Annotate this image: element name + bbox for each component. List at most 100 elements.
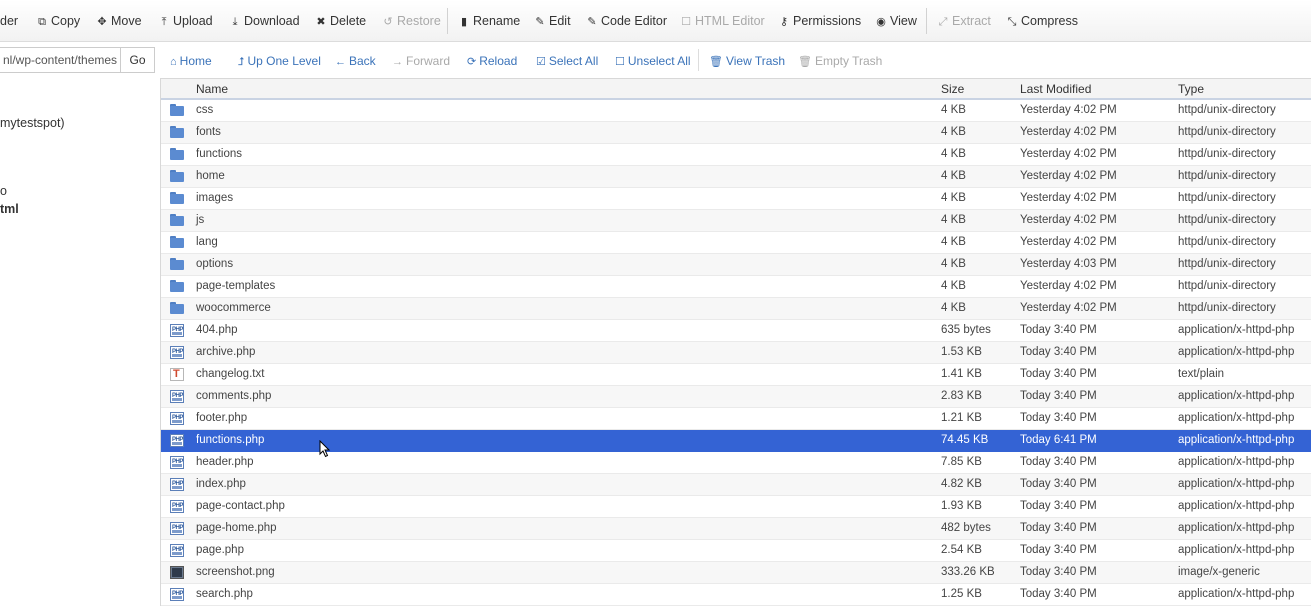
file-name: options <box>196 258 234 270</box>
view-button[interactable]: ◉ View <box>875 13 917 29</box>
file-modified: Yesterday 4:02 PM <box>1020 192 1117 204</box>
file-size: 4 KB <box>941 280 966 292</box>
folder-icon <box>170 214 184 227</box>
move-button[interactable]: ✥ Move <box>96 13 141 29</box>
table-row[interactable]: PHP footer.php 1.21 KB Today 3:40 PM applica… <box>161 408 1311 430</box>
copy-button[interactable]: ⧉ Copy <box>36 13 80 29</box>
html-editor-button[interactable]: ☐ HTML Editor <box>680 13 765 29</box>
table-row[interactable]: functions 4 KB Yesterday 4:02 PM httpd/unix… <box>161 144 1311 166</box>
file-type: application/x-httpd-php <box>1178 434 1295 446</box>
table-row[interactable]: woocommerce 4 KB Yesterday 4:02 PM httpd/un… <box>161 298 1311 320</box>
php-file-icon: PHP <box>170 456 184 469</box>
up-one-level-button[interactable]: ⮥ Up One Level <box>238 53 321 69</box>
rename-button[interactable]: ▮ Rename <box>458 13 520 29</box>
file-rows: css 4 KB Yesterday 4:02 PM httpd/unix-direc… <box>161 100 1311 606</box>
php-file-icon: PHP <box>170 412 184 425</box>
column-header-type[interactable]: Type <box>1178 82 1204 96</box>
tree-item-current[interactable]: tml <box>0 202 19 216</box>
table-row[interactable]: PHP page-home.php 482 bytes Today 3:40 PM ap… <box>161 518 1311 540</box>
table-row[interactable]: PHP archive.php 1.53 KB Today 3:40 PM applic… <box>161 342 1311 364</box>
php-file-icon: PHP <box>170 522 184 535</box>
table-row[interactable]: js 4 KB Yesterday 4:02 PM httpd/unix-direct… <box>161 210 1311 232</box>
download-icon: ⤓ <box>232 16 238 28</box>
file-size: 4 KB <box>941 104 966 116</box>
file-modified: Yesterday 4:02 PM <box>1020 302 1117 314</box>
file-modified: Today 3:40 PM <box>1020 456 1097 468</box>
permissions-button[interactable]: ⚷ Permissions <box>778 13 861 29</box>
table-row[interactable]: PHP page.php 2.54 KB Today 3:40 PM applicati… <box>161 540 1311 562</box>
file-name: screenshot.png <box>196 566 275 578</box>
html-editor-icon: ☐ <box>681 16 691 28</box>
download-button[interactable]: ⤓ Download <box>229 13 300 29</box>
table-row[interactable]: PHP comments.php 2.83 KB Today 3:40 PM appli… <box>161 386 1311 408</box>
file-modified: Today 3:40 PM <box>1020 500 1097 512</box>
extract-button[interactable]: ⤢ Extract <box>937 13 991 29</box>
upload-button[interactable]: ⤒ Upload <box>158 13 213 29</box>
file-size: 4 KB <box>941 302 966 314</box>
table-row[interactable]: screenshot.png 333.26 KB Today 3:40 PM imag… <box>161 562 1311 584</box>
new-folder-button[interactable]: der <box>0 13 18 29</box>
table-row[interactable]: PHP functions.php 74.45 KB Today 6:41 PM app… <box>161 430 1311 452</box>
file-name: js <box>196 214 205 226</box>
table-row[interactable]: fonts 4 KB Yesterday 4:02 PM httpd/unix-dir… <box>161 122 1311 144</box>
path-input[interactable]: nl/wp-content/themes <box>0 47 121 73</box>
file-type: image/x-generic <box>1178 566 1260 578</box>
directory-tree: mytestspot) o tml <box>0 78 159 606</box>
file-type: application/x-httpd-php <box>1178 544 1295 556</box>
table-row[interactable]: home 4 KB Yesterday 4:02 PM httpd/unix-dire… <box>161 166 1311 188</box>
table-row[interactable]: PHP search.php 1.25 KB Today 3:40 PM applica… <box>161 584 1311 606</box>
tree-item[interactable]: o <box>0 184 7 198</box>
tree-item[interactable]: mytestspot) <box>0 116 65 130</box>
table-row[interactable]: PHP header.php 7.85 KB Today 3:40 PM applica… <box>161 452 1311 474</box>
restore-button[interactable]: ↺ Restore <box>382 13 440 29</box>
extract-icon: ⤢ <box>938 16 948 28</box>
go-button[interactable]: Go <box>120 47 155 73</box>
table-row[interactable]: PHP page-contact.php 1.93 KB Today 3:40 PM a… <box>161 496 1311 518</box>
table-row[interactable]: css 4 KB Yesterday 4:02 PM httpd/unix-direc… <box>161 100 1311 122</box>
file-size: 2.83 KB <box>941 390 982 402</box>
compress-button[interactable]: ⤡ Compress <box>1006 13 1078 29</box>
file-type: httpd/unix-directory <box>1178 280 1276 292</box>
forward-button[interactable]: → Forward <box>392 53 450 69</box>
reload-icon: ⟳ <box>467 56 477 68</box>
php-file-icon: PHP <box>170 544 184 557</box>
file-type: application/x-httpd-php <box>1178 478 1295 490</box>
file-size: 1.53 KB <box>941 346 982 358</box>
table-row[interactable]: Tchangelog.txt 1.41 KB Today 3:40 PM text/p… <box>161 364 1311 386</box>
code-editor-button[interactable]: ✎ Code Editor <box>586 13 667 29</box>
column-header-name[interactable]: Name <box>196 82 228 96</box>
file-name: comments.php <box>196 390 272 402</box>
column-header-modified[interactable]: Last Modified <box>1020 82 1091 96</box>
table-row[interactable]: PHP 404.php 635 bytes Today 3:40 PM applicat… <box>161 320 1311 342</box>
delete-button[interactable]: ✖ Delete <box>315 13 366 29</box>
permissions-icon: ⚷ <box>779 16 789 28</box>
file-type: httpd/unix-directory <box>1178 302 1276 314</box>
file-name: functions <box>196 148 243 160</box>
table-row[interactable]: PHP index.php 4.82 KB Today 3:40 PM applicat… <box>161 474 1311 496</box>
file-name: woocommerce <box>196 302 271 314</box>
table-row[interactable]: page-templates 4 KB Yesterday 4:02 PM httpd… <box>161 276 1311 298</box>
file-name: fonts <box>196 126 221 138</box>
select-all-icon: ☑ <box>536 56 546 68</box>
table-row[interactable]: options 4 KB Yesterday 4:03 PM httpd/unix-d… <box>161 254 1311 276</box>
file-size: 4 KB <box>941 236 966 248</box>
empty-trash-button[interactable]: 🗑︎ Empty Trash <box>798 53 882 69</box>
nav-divider <box>698 49 699 71</box>
reload-button[interactable]: ⟳ Reload <box>467 53 517 69</box>
back-button[interactable]: ← Back <box>335 53 376 69</box>
edit-icon: ✎ <box>535 16 545 28</box>
select-all-button[interactable]: ☑ Select All <box>536 53 598 69</box>
unselect-all-button[interactable]: ☐ Unselect All <box>615 53 691 69</box>
table-row[interactable]: lang 4 KB Yesterday 4:02 PM httpd/unix-dire… <box>161 232 1311 254</box>
restore-icon: ↺ <box>383 16 393 28</box>
table-row[interactable]: images 4 KB Yesterday 4:02 PM httpd/unix-di… <box>161 188 1311 210</box>
file-list-table: Name Size Last Modified Type css 4 KB Yest… <box>160 78 1311 606</box>
file-name: page-templates <box>196 280 276 292</box>
file-modified: Yesterday 4:02 PM <box>1020 170 1117 182</box>
home-button[interactable]: ⌂ Home <box>170 53 212 69</box>
file-size: 2.54 KB <box>941 544 982 556</box>
view-trash-button[interactable]: 🗑︎ View Trash <box>709 53 785 69</box>
column-header-size[interactable]: Size <box>941 82 964 96</box>
file-size: 4 KB <box>941 214 966 226</box>
edit-button[interactable]: ✎ Edit <box>534 13 570 29</box>
